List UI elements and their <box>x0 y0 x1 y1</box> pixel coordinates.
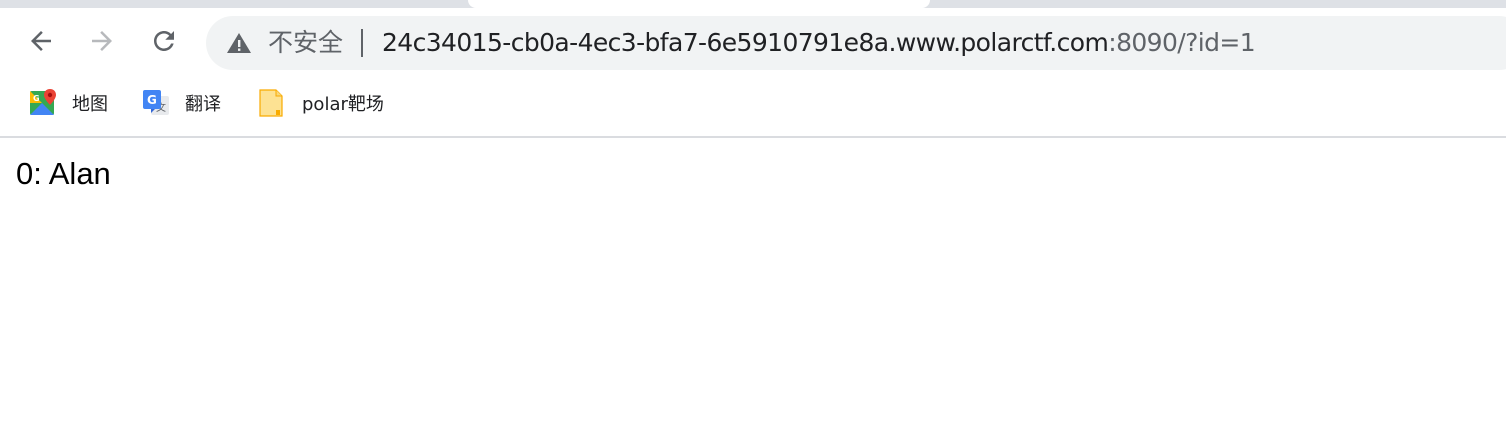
bookmark-label: polar靶场 <box>302 94 384 115</box>
bookmark-polar[interactable]: polar靶场 <box>256 87 384 119</box>
url-port-path: :8090/?id=1 <box>1108 28 1256 57</box>
svg-text:G: G <box>33 94 40 103</box>
folder-page-icon <box>259 89 283 117</box>
bookmark-label: 地图 <box>72 94 108 115</box>
security-status-label[interactable]: 不安全 <box>268 30 343 56</box>
reload-button[interactable] <box>144 21 184 61</box>
url-host: 24c34015-cb0a-4ec3-bfa7-6e5910791e8a.www… <box>382 28 1109 57</box>
forward-button[interactable] <box>82 21 122 61</box>
bookmarks-bar: G 地图 文 G 翻译 polar靶场 <box>0 76 1506 136</box>
back-button[interactable] <box>21 21 61 61</box>
page-body-text: 0: Alan <box>16 156 111 191</box>
bookmark-label: 翻译 <box>185 94 221 115</box>
bookmark-translate[interactable]: 文 G 翻译 <box>141 87 221 119</box>
address-bar[interactable]: 不安全 24c34015-cb0a-4ec3-bfa7-6e5910791e8a… <box>206 16 1506 70</box>
security-divider <box>361 29 363 57</box>
google-maps-icon: G <box>30 89 56 115</box>
active-tab[interactable] <box>468 0 930 8</box>
toolbar-divider <box>0 136 1506 138</box>
url-text[interactable]: 24c34015-cb0a-4ec3-bfa7-6e5910791e8a.www… <box>382 28 1256 57</box>
reload-icon <box>154 31 174 51</box>
not-secure-warning-icon[interactable] <box>226 32 252 54</box>
google-translate-icon: 文 G <box>143 90 169 115</box>
browser-toolbar: 不安全 24c34015-cb0a-4ec3-bfa7-6e5910791e8a… <box>0 8 1506 76</box>
bookmark-maps[interactable]: G 地图 <box>28 87 108 119</box>
arrow-forward-icon <box>92 31 112 51</box>
tab-strip <box>0 0 1506 8</box>
arrow-back-icon <box>31 31 51 51</box>
svg-text:G: G <box>147 93 157 107</box>
